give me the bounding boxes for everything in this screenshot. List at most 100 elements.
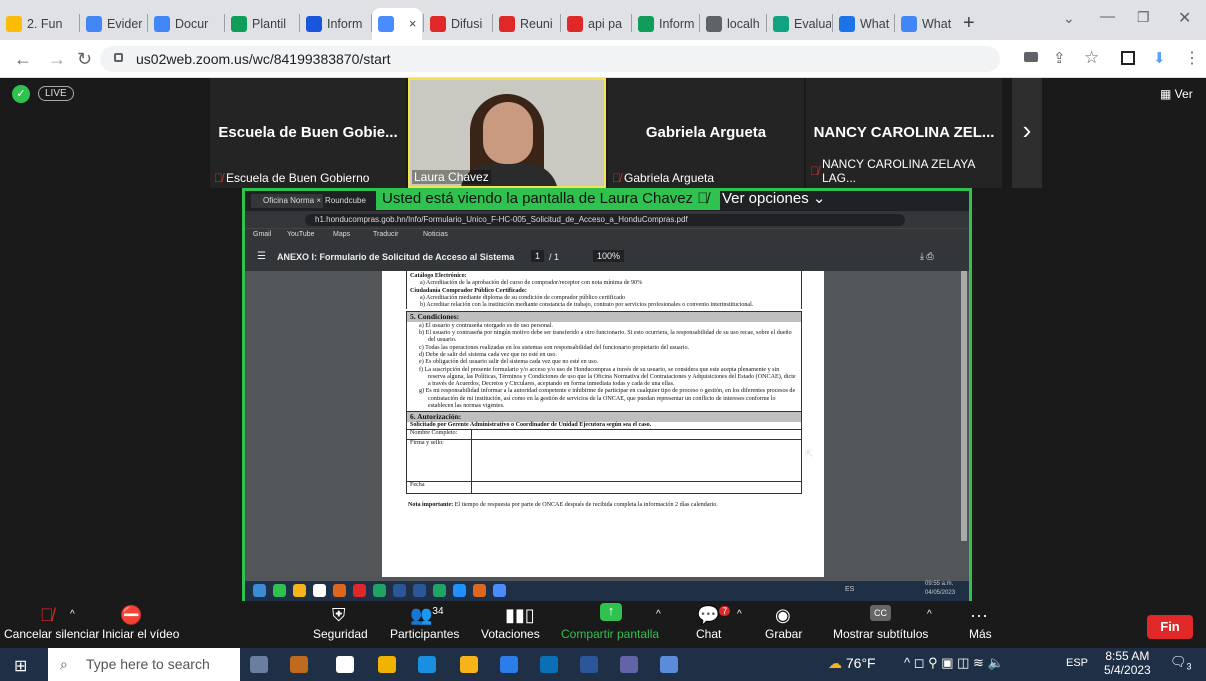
doc-section-6: 6. Autorización: Solicitado por Gerente … [406,412,802,494]
browser-tab[interactable]: Reuni [493,8,559,40]
poll-icon[interactable]: ▮▮▯ [505,605,535,626]
restore-button[interactable]: ❐ [1137,9,1150,26]
shared-taskbar-apps [253,584,506,597]
browser-tab[interactable]: Inform [632,8,698,40]
share-screen-button[interactable]: Compartir pantalla [561,627,659,641]
taskbar-app-icon[interactable] [336,656,354,673]
taskbar-search-box[interactable]: ⌕ Type here to search [48,648,240,681]
bookmark-star-icon[interactable]: ☆ [1084,48,1099,68]
chat-button[interactable]: Chat [696,627,721,641]
browser-tab[interactable]: Difusi [424,8,491,40]
taskbar-app-icon[interactable] [460,656,478,673]
taskbar-app-icon[interactable] [250,656,268,673]
taskbar-app-icon[interactable] [580,656,598,673]
chat-options-caret[interactable]: ^ [737,609,742,620]
participant-tile[interactable]: Escuela de Buen Gobie... 🎙̸ Escuela de Bu… [210,78,406,188]
tab-label: localh [727,17,760,31]
participants-count: 34 [432,606,444,617]
participants-button[interactable]: Participantes [390,627,459,641]
shared-tab: Roundcube [325,196,366,205]
video-off-icon[interactable]: ⛔ [120,605,142,626]
close-window-button[interactable]: ✕ [1178,8,1191,28]
browser-tab[interactable]: Evalua [767,8,831,40]
browser-tab[interactable]: What [833,8,893,40]
next-participants-button[interactable]: › [1012,78,1042,188]
polls-button[interactable]: Votaciones [481,627,540,641]
participant-tile[interactable]: Gabriela Argueta 🎙̸ Gabriela Argueta [608,78,804,188]
pdf-title: ANEXO I: Formulario de Solicitud de Acce… [277,252,515,262]
active-speaker-video[interactable]: Laura Chavez [408,78,606,188]
close-tab-icon[interactable]: × [409,17,416,31]
record-icon[interactable]: ◉ [775,605,791,626]
notifications-icon[interactable]: 🗨3 [1170,654,1192,672]
windows-taskbar: ⊞ ⌕ Type here to search ☁ 76°F ^ ◻ ⚲ ▣ ◫ … [0,648,1206,681]
mic-muted-icon[interactable]: 🎙̸ [40,605,54,626]
cc-options-caret[interactable]: ^ [927,609,932,620]
start-video-button[interactable]: Iniciar el vídeo [102,627,179,641]
taskbar-app-icon[interactable] [378,656,396,673]
browser-tab[interactable]: What [895,8,955,40]
menu-kebab-icon[interactable]: ⋮ [1184,48,1200,68]
more-button[interactable]: Más [969,627,992,641]
taskbar-app-icon[interactable] [660,656,678,673]
bookmark: Traducir [373,231,399,238]
share-icon[interactable]: ⇪ [1053,49,1066,67]
reload-icon[interactable]: ↻ [77,49,92,69]
browser-tab[interactable]: Plantil [225,8,298,40]
camera-icon[interactable] [1024,52,1038,62]
bookmark: Noticias [423,231,448,238]
input-language[interactable]: ESP [1066,657,1088,669]
unmute-button[interactable]: Cancelar silenciar [4,627,99,641]
shared-app-icon [393,584,406,597]
record-button[interactable]: Grabar [765,627,802,641]
shared-tray-time: 09:55 a.m. [925,581,954,587]
taskbar-app-icon[interactable] [620,656,638,673]
browser-tab[interactable]: × [372,8,422,40]
mic-muted-icon: 🎙̸ [214,171,223,185]
taskbar-app-icon[interactable] [290,656,308,673]
weather-widget[interactable]: ☁ 76°F [828,655,876,672]
new-tab-button[interactable]: + [963,12,975,35]
taskbar-app-icon[interactable] [500,656,518,673]
end-meeting-button[interactable]: Fin [1147,615,1193,639]
browser-tab[interactable]: Evider [80,8,146,40]
cc-icon[interactable]: CC [870,605,891,621]
taskbar-clock[interactable]: 8:55 AM 5/4/2023 [1104,649,1151,677]
tab-favicon-icon [6,16,22,32]
people-icon[interactable]: 👥34 [410,605,444,626]
back-icon[interactable]: ← [14,49,32,69]
captions-button[interactable]: Mostrar subtítulos [833,627,928,641]
taskbar-app-icon[interactable] [418,656,436,673]
participant-tile[interactable]: NANCY CAROLINA ZEL... 🎙̸ NANCY CAROLINA Z… [806,78,1002,188]
forward-icon[interactable]: → [48,49,66,69]
doc-section-4: Catálogo Electrónico: a) Acreditación de… [406,271,802,310]
tab-search-icon[interactable]: ⌄ [1063,10,1075,27]
url-field[interactable]: us02web.zoom.us/wc/84199383870/start [100,46,1000,72]
extension-icon[interactable]: ⬇ [1153,49,1166,67]
chat-icon[interactable]: 💬 7 [697,605,731,626]
share-screen-icon[interactable]: ↑ [600,603,622,621]
browser-tab[interactable]: Inform [300,8,370,40]
tray-icons[interactable]: ^ ◻ ⚲ ▣ ◫ ≋ 🔈 [904,655,1004,671]
share-options-caret[interactable]: ^ [656,609,661,620]
browser-tab[interactable]: Docur [148,8,223,40]
tab-favicon-icon [231,16,247,32]
view-button[interactable]: ▦ Ver [1160,87,1193,101]
browser-tab[interactable]: localh [700,8,765,40]
shield-icon[interactable]: ⛨ [332,605,346,626]
taskbar-app-icon[interactable] [540,656,558,673]
doc-condition: b) El usuario y contraseña por ningún mo… [419,330,792,344]
security-button[interactable]: Seguridad [313,627,368,641]
browser-tab[interactable]: api pa [561,8,630,40]
tab-label: What [860,17,890,31]
bookmark: Maps [333,231,351,238]
view-options-button[interactable]: Ver opciones ⌄ [722,188,825,210]
browser-tab[interactable]: 2. Fun [0,8,78,40]
minimize-button[interactable]: — [1100,8,1115,25]
more-icon[interactable]: ··· [970,605,988,626]
windows-start-icon[interactable]: ⊞ [14,656,27,676]
speaker-name: Laura Chavez [412,170,491,184]
tab-favicon-icon [638,16,654,32]
side-panel-icon[interactable] [1121,51,1135,65]
audio-options-caret[interactable]: ^ [70,609,75,620]
